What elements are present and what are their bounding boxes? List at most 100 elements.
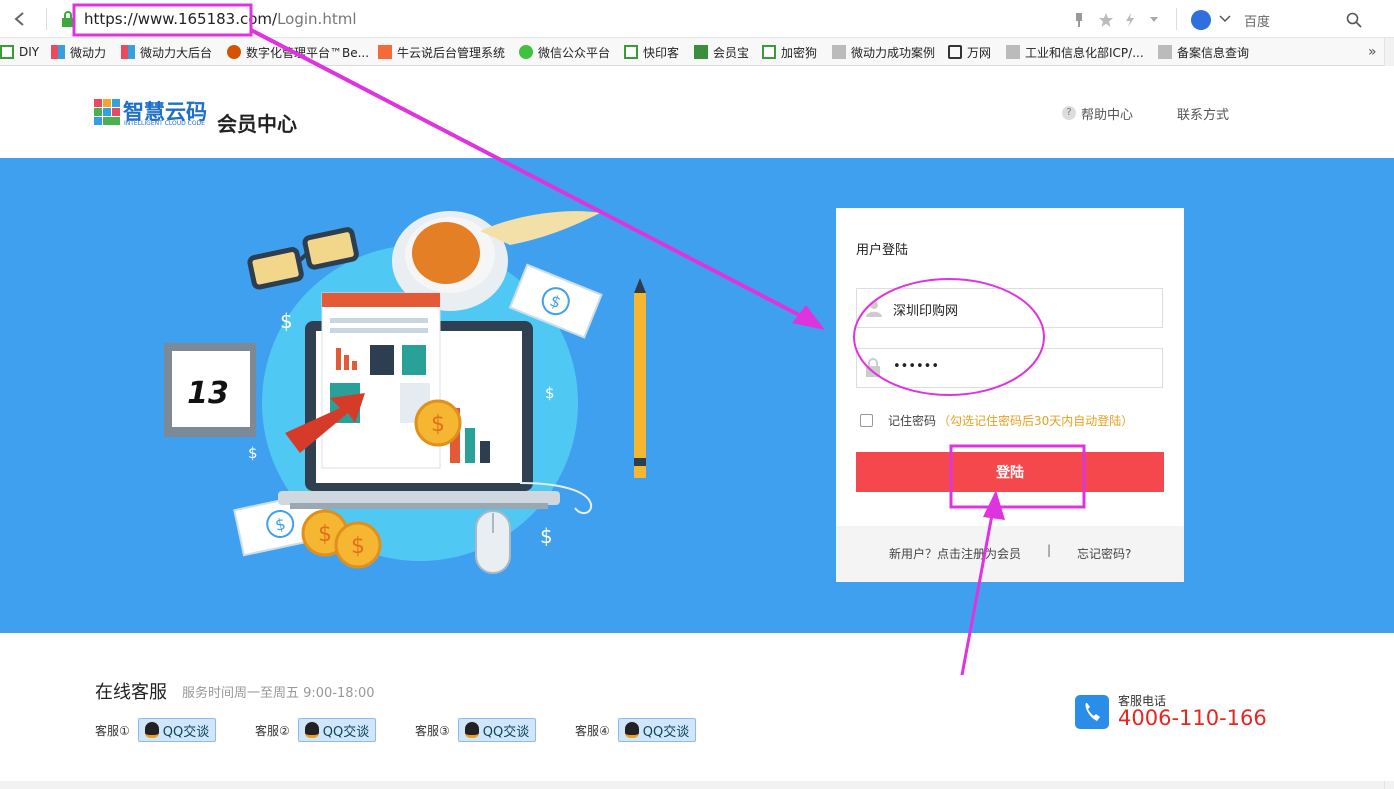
page: https://www.165183.com/Login.html 百度 DIY… — [0, 0, 1394, 789]
bookmark-item[interactable]: 工业和信息化部ICP/... — [1006, 43, 1144, 61]
remember-checkbox[interactable] — [860, 414, 873, 427]
divider — [46, 8, 47, 30]
page-icon — [1006, 45, 1020, 59]
username-field[interactable]: 深圳印购网 — [856, 288, 1163, 328]
bookmark-icon — [624, 45, 638, 59]
qq-chat-button[interactable]: QQ交谈 — [138, 718, 216, 742]
login-panel: 用户登陆 深圳印购网 •••••• 记住密码 （勾选记住密码后30天内自动登陆）… — [836, 208, 1184, 582]
bookmark-icon — [762, 45, 776, 59]
login-button[interactable]: 登陆 — [856, 452, 1164, 492]
bookmark-icon — [227, 45, 241, 59]
qq-chat-label: QQ交谈 — [642, 724, 690, 740]
page-title: 会员中心 — [217, 112, 297, 136]
bookmark-label: 会员宝 — [713, 45, 750, 60]
bookmark-item[interactable]: 万网 — [948, 43, 991, 61]
svg-text:$: $ — [545, 384, 555, 402]
bookmark-label: 万网 — [967, 45, 992, 60]
bookmark-item[interactable]: 加密狗 — [762, 43, 817, 61]
lightning-icon[interactable] — [1124, 12, 1136, 28]
svg-text:$: $ — [351, 534, 365, 559]
bookmark-item[interactable]: DIY — [0, 43, 39, 61]
register-link[interactable]: 新用户？点击注册为会员 — [889, 545, 1021, 562]
bookmark-label: 数字化管理平台™Be... — [246, 45, 370, 60]
bookmark-item[interactable]: 会员宝 — [694, 43, 749, 61]
url-host: https://www.165183.com/ — [84, 10, 278, 28]
wechat-icon — [519, 45, 533, 59]
qq-chat-label: QQ交谈 — [322, 724, 370, 740]
qq-penguin-icon — [464, 722, 479, 738]
service-title: 在线客服 — [95, 682, 167, 703]
bookmark-label: 微动力成功案例 — [851, 45, 936, 60]
office-illustration: $ $ 13 $ $ $ $ $ $ $ — [164, 211, 646, 574]
bookmark-icon — [694, 45, 708, 59]
bookmark-icon — [378, 45, 392, 59]
url-input[interactable]: https://www.165183.com/Login.html — [84, 10, 357, 28]
help-center-link[interactable]: 帮助中心 — [1081, 104, 1133, 123]
password-value: •••••• — [893, 359, 940, 374]
username-value: 深圳印购网 — [893, 304, 959, 319]
search-icon[interactable] — [1346, 12, 1362, 28]
qq-chat-label: QQ交谈 — [482, 724, 530, 740]
qq-chat-button[interactable]: QQ交谈 — [298, 718, 376, 742]
help-icon: ? — [1062, 106, 1076, 120]
link-separator: | — [1047, 543, 1052, 557]
logo-subtitle: INTELLIGENT CLOUD CODE — [124, 120, 205, 127]
qq-penguin-icon — [304, 722, 319, 738]
bookmark-label: 微动力 — [70, 45, 107, 60]
bookmark-item[interactable]: 微动力 — [51, 43, 106, 61]
svg-text:$: $ — [540, 524, 553, 548]
contact-link[interactable]: 联系方式 — [1177, 104, 1229, 123]
qq-penguin-icon — [624, 722, 639, 738]
bookmark-item[interactable]: 备案信息查询 — [1158, 43, 1249, 61]
service-hours: 服务时间周一至周五 9:00-18:00 — [182, 686, 375, 701]
password-field[interactable]: •••••• — [856, 348, 1163, 388]
lock-icon — [62, 11, 74, 27]
bookmarks-bar: DIY 微动力 微动力大后台 数字化管理平台™Be... 牛云说后台管理系统 微… — [0, 38, 1394, 66]
bookmark-label: 微动力大后台 — [140, 45, 213, 60]
agent-label: 客服③ — [415, 724, 450, 738]
pin-icon[interactable] — [1073, 12, 1085, 28]
bookmark-icon — [948, 45, 962, 59]
url-path: Login.html — [277, 10, 357, 28]
login-footer: 新用户？点击注册为会员 | 忘记密码? — [836, 526, 1184, 582]
phone-number: 4006-110-166 — [1118, 706, 1267, 730]
bookmark-item[interactable]: 微动力大后台 — [121, 43, 212, 61]
search-engine-input[interactable]: 百度 — [1244, 11, 1270, 30]
forgot-password-link[interactable]: 忘记密码? — [1077, 545, 1131, 562]
agent-label: 客服② — [255, 724, 290, 738]
bookmark-icon — [0, 45, 14, 59]
bookmark-icon — [51, 45, 65, 59]
bookmark-label: 备案信息查询 — [1177, 45, 1250, 60]
bookmark-label: 牛云说后台管理系统 — [397, 45, 506, 60]
baidu-paw-icon[interactable] — [1191, 10, 1211, 30]
qq-chat-button[interactable]: QQ交谈 — [618, 718, 696, 742]
bookmark-item[interactable]: 牛云说后台管理系统 — [378, 43, 505, 61]
svg-text:$: $ — [318, 522, 332, 547]
dropdown-icon[interactable] — [1149, 16, 1159, 24]
svg-text:$: $ — [280, 309, 293, 333]
hero-banner: $ $ 13 $ $ $ $ $ $ $ — [0, 158, 1394, 633]
address-bar: https://www.165183.com/Login.html 百度 — [0, 0, 1394, 38]
calendar-day: 13 — [187, 376, 229, 411]
agent-label: 客服① — [95, 724, 130, 738]
bookmark-item[interactable]: 微信公众平台 — [519, 43, 610, 61]
qq-chat-button[interactable]: QQ交谈 — [458, 718, 536, 742]
site-header: 智慧云码 INTELLIGENT CLOUD CODE 会员中心 ? 帮助中心 … — [0, 66, 1394, 158]
page-icon — [832, 45, 846, 59]
lock-icon — [866, 358, 880, 377]
bookmark-item[interactable]: 微动力成功案例 — [832, 43, 935, 61]
back-arrow-icon[interactable] — [12, 11, 28, 27]
svg-text:$: $ — [431, 412, 445, 437]
login-title: 用户登陆 — [856, 243, 909, 258]
bottom-strip — [0, 781, 1384, 789]
phone-icon — [1075, 695, 1109, 729]
bookmark-label: 微信公众平台 — [538, 45, 611, 60]
bookmark-label: 快印客 — [643, 45, 680, 60]
star-icon[interactable] — [1098, 12, 1114, 28]
chevron-down-icon[interactable] — [1219, 15, 1231, 23]
bookmark-item[interactable]: 数字化管理平台™Be... — [227, 43, 369, 61]
more-bookmarks-button[interactable]: » — [1368, 43, 1377, 61]
bookmark-label: 加密狗 — [781, 45, 818, 60]
bookmark-item[interactable]: 快印客 — [624, 43, 679, 61]
bookmark-label: 工业和信息化部ICP/... — [1025, 45, 1144, 60]
